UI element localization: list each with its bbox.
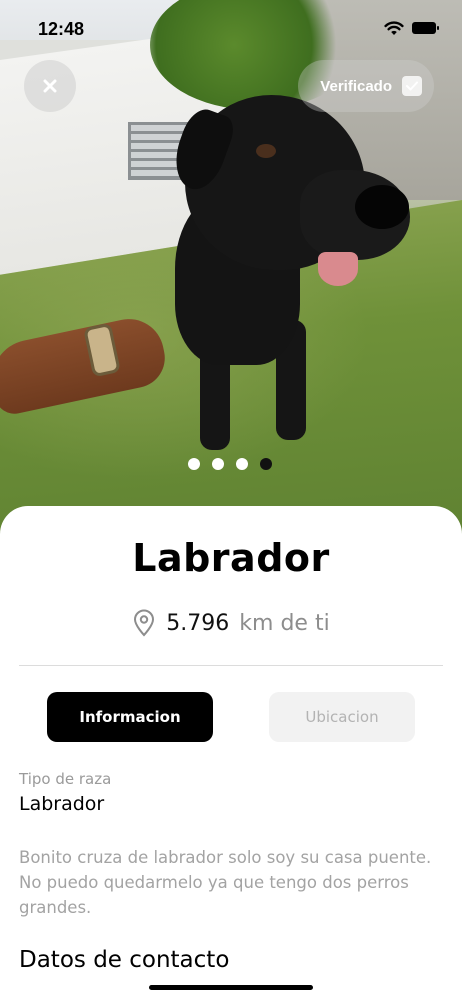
contact-heading: Datos de contacto <box>19 947 230 973</box>
dog-tongue <box>318 252 358 286</box>
pet-title: Labrador <box>132 536 330 580</box>
carousel-dot[interactable] <box>212 458 224 470</box>
pet-description: Bonito cruza de labrador solo soy su cas… <box>19 848 432 917</box>
carousel-dot[interactable] <box>188 458 200 470</box>
divider <box>19 665 443 666</box>
wifi-icon <box>384 21 404 35</box>
dog-eye <box>256 144 276 158</box>
distance-value: 5.796 <box>166 610 230 636</box>
carousel-dot-active[interactable] <box>260 458 272 470</box>
dog-nose <box>355 185 409 229</box>
carousel-indicator <box>188 458 272 470</box>
detail-sheet <box>0 506 462 1000</box>
status-time: 12:48 <box>38 19 85 39</box>
pet-photo[interactable]: 12:48 Verificado <box>0 0 462 540</box>
tab-ubicacion[interactable]: Ubicacion <box>269 692 415 742</box>
breed-label: Tipo de raza <box>19 770 112 788</box>
checkbox-check-icon <box>402 76 422 96</box>
breed-value: Labrador <box>19 793 105 815</box>
verified-badge: Verificado <box>298 60 434 112</box>
carousel-dot[interactable] <box>236 458 248 470</box>
location-pin-icon <box>134 609 155 637</box>
close-icon <box>43 79 57 93</box>
distance-unit: km de ti <box>239 610 330 636</box>
distance-row: 5.796 km de ti <box>0 606 462 640</box>
tab-informacion[interactable]: Informacion <box>47 692 213 742</box>
home-indicator[interactable] <box>149 985 313 990</box>
close-button[interactable] <box>24 60 76 112</box>
battery-icon <box>412 22 439 34</box>
verified-label: Verificado <box>320 77 392 95</box>
